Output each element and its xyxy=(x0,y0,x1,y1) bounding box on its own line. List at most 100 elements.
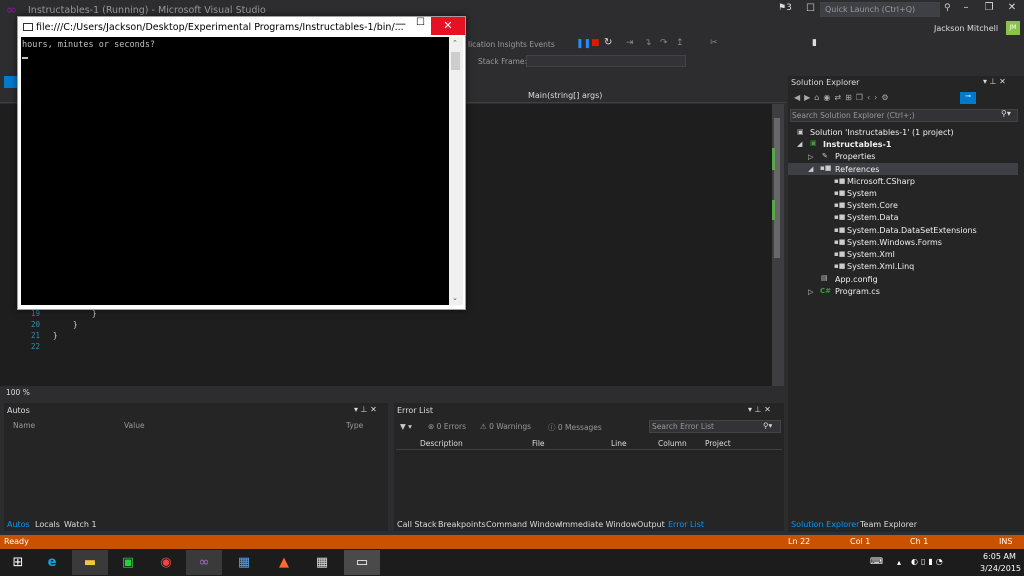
tree-reference-item[interactable]: System.Core xyxy=(847,201,898,210)
scrollbar-thumb[interactable] xyxy=(774,118,780,258)
feedback-icon[interactable]: ☐ xyxy=(806,3,815,14)
step-over-icon[interactable]: ↷ xyxy=(660,38,668,48)
visual-studio-taskbar-icon[interactable]: ∞ xyxy=(186,550,222,575)
console-output-area[interactable] xyxy=(21,37,449,305)
system-tray-icons[interactable]: ◐▯▮◔ xyxy=(911,557,946,566)
clock-date[interactable]: 3/24/2015 xyxy=(980,564,1021,573)
console-close-button[interactable]: ✕ xyxy=(431,17,465,35)
notification-icon[interactable]: ⚑3 xyxy=(778,3,792,13)
tree-reference-item[interactable]: System.Data xyxy=(847,213,898,222)
app-icon[interactable]: ▦ xyxy=(226,550,262,575)
solution-explorer-pin-icon[interactable]: ▾ ⊥ ✕ xyxy=(983,77,1006,86)
tree-properties[interactable]: Properties xyxy=(835,152,875,161)
avatar[interactable]: JM xyxy=(1006,21,1020,35)
tools-icon[interactable]: ✂ xyxy=(710,38,718,48)
bookmark-icon[interactable]: ▮ xyxy=(812,38,817,48)
tree-solution[interactable]: Solution 'Instructables-1' (1 project) xyxy=(810,128,954,137)
search-icon[interactable]: ⚲ xyxy=(944,3,951,13)
error-column-column[interactable]: Column xyxy=(658,439,687,448)
file-explorer-icon[interactable]: ▬ xyxy=(72,550,108,575)
reference-icon: ▪■ xyxy=(834,226,846,234)
expanded-arrow-icon[interactable]: ◢ xyxy=(797,140,802,148)
stack-frame-dropdown[interactable] xyxy=(526,55,686,67)
tree-program-cs[interactable]: Program.cs xyxy=(835,287,880,296)
step-into-icon[interactable]: ↴ xyxy=(644,38,652,48)
chrome-icon[interactable]: ◉ xyxy=(148,550,184,575)
tab-solution-explorer[interactable]: Solution Explorer xyxy=(791,520,859,529)
tab-immediate-window[interactable]: Immediate Window xyxy=(560,520,637,529)
code-line: } xyxy=(73,320,78,329)
office-icon[interactable]: ▲ xyxy=(266,550,302,575)
code-line: } xyxy=(92,309,97,318)
close-button[interactable]: ✕ xyxy=(1001,2,1023,13)
step-out-icon[interactable]: ↥ xyxy=(676,38,684,48)
tree-reference-item[interactable]: System.Data.DataSetExtensions xyxy=(847,226,977,235)
scroll-down-icon[interactable]: ⌄ xyxy=(452,294,458,302)
tab-error-list[interactable]: Error List xyxy=(668,520,704,529)
zoom-level[interactable]: 100 % xyxy=(6,388,30,397)
internet-explorer-icon[interactable]: e xyxy=(34,550,70,575)
tree-reference-item[interactable]: System xyxy=(847,189,877,198)
store-icon[interactable]: ▣ xyxy=(110,550,146,575)
tab-command-window[interactable]: Command Window xyxy=(486,520,561,529)
console-taskbar-icon[interactable]: ▭ xyxy=(344,550,380,575)
document-tab[interactable] xyxy=(4,76,18,88)
tab-watch-1[interactable]: Watch 1 xyxy=(64,520,97,529)
quick-launch-input[interactable]: Quick Launch (Ctrl+Q) xyxy=(820,2,940,17)
scroll-up-icon[interactable]: ⌃ xyxy=(452,39,458,47)
minimize-button[interactable]: – xyxy=(955,2,977,13)
show-hidden-icons-icon[interactable]: ▴ xyxy=(897,558,901,567)
status-column: Col 1 xyxy=(850,537,871,546)
clock-time[interactable]: 6:05 AM xyxy=(983,552,1016,561)
stop-icon[interactable]: ■ xyxy=(591,38,600,48)
maximize-button[interactable]: ❐ xyxy=(978,2,1000,13)
keyboard-icon[interactable]: ⌨ xyxy=(870,557,883,567)
error-column-description[interactable]: Description xyxy=(420,439,463,448)
error-column-file[interactable]: File xyxy=(532,439,545,448)
expanded-arrow-icon[interactable]: ◢ xyxy=(808,165,813,173)
collapsed-arrow-icon[interactable]: ▷ xyxy=(808,288,813,296)
user-name[interactable]: Jackson Mitchell xyxy=(934,24,998,33)
error-list-pin-icon[interactable]: ▾ ⊥ ✕ xyxy=(748,405,771,414)
tree-project[interactable]: Instructables-1 xyxy=(823,140,891,149)
collapsed-arrow-icon[interactable]: ▷ xyxy=(808,153,813,161)
search-icon[interactable]: ⚲▾ xyxy=(763,421,772,430)
tree-app-config[interactable]: App.config xyxy=(835,275,878,284)
tree-reference-item[interactable]: System.Xml xyxy=(847,250,895,259)
search-icon[interactable]: ⚲▾ xyxy=(1001,109,1011,118)
error-column-line[interactable]: Line xyxy=(611,439,627,448)
notification-count: 3 xyxy=(786,3,792,13)
console-scrollbar[interactable] xyxy=(449,37,463,305)
tab-locals[interactable]: Locals xyxy=(35,520,60,529)
errors-filter[interactable]: ⊗ 0 Errors xyxy=(428,422,466,431)
autos-pin-icon[interactable]: ▾ ⊥ ✕ xyxy=(354,405,377,414)
tree-reference-item[interactable]: Microsoft.CSharp xyxy=(847,177,915,186)
tree-reference-item[interactable]: System.Xml.Linq xyxy=(847,262,914,271)
tab-call-stack[interactable]: Call Stack xyxy=(397,520,437,529)
line-number: 22 xyxy=(30,342,40,351)
solution-explorer-toolbar[interactable]: ◀▶⌂◉⇄⊞❐‹›⚙ xyxy=(794,93,893,102)
tab-team-explorer[interactable]: Team Explorer xyxy=(860,520,917,529)
error-column-project[interactable]: Project xyxy=(705,439,731,448)
tree-reference-item[interactable]: System.Windows.Forms xyxy=(847,238,942,247)
console-minimize-button[interactable]: — xyxy=(395,17,406,30)
apps-grid-icon[interactable]: ▦ xyxy=(304,550,340,575)
messages-filter[interactable]: ⓘ 0 Messages xyxy=(548,422,602,433)
method-dropdown[interactable]: Main(string[] args) xyxy=(528,91,602,100)
pin-toggle-icon[interactable]: ⊸ xyxy=(960,92,976,104)
console-scrollbar-thumb[interactable] xyxy=(451,52,460,70)
code-line: } xyxy=(53,331,58,340)
restart-icon[interactable]: ↻ xyxy=(604,37,612,48)
show-next-statement-icon[interactable]: ⇥ xyxy=(626,38,634,48)
tab-breakpoints[interactable]: Breakpoints xyxy=(438,520,486,529)
pause-icon[interactable]: ❚❚ xyxy=(576,39,591,49)
tree-references[interactable]: References xyxy=(835,165,879,174)
application-insights-dropdown[interactable]: lication Insights Events xyxy=(468,40,555,49)
tab-output[interactable]: Output xyxy=(637,520,665,529)
filter-icon[interactable]: ▼ ▾ xyxy=(400,422,412,431)
tab-autos[interactable]: Autos xyxy=(7,520,30,529)
start-button[interactable]: ⊞ xyxy=(0,550,36,575)
console-maximize-button[interactable]: ☐ xyxy=(416,17,425,28)
warnings-filter[interactable]: ⚠ 0 Warnings xyxy=(480,422,531,431)
autos-column-name: Name xyxy=(13,421,36,430)
